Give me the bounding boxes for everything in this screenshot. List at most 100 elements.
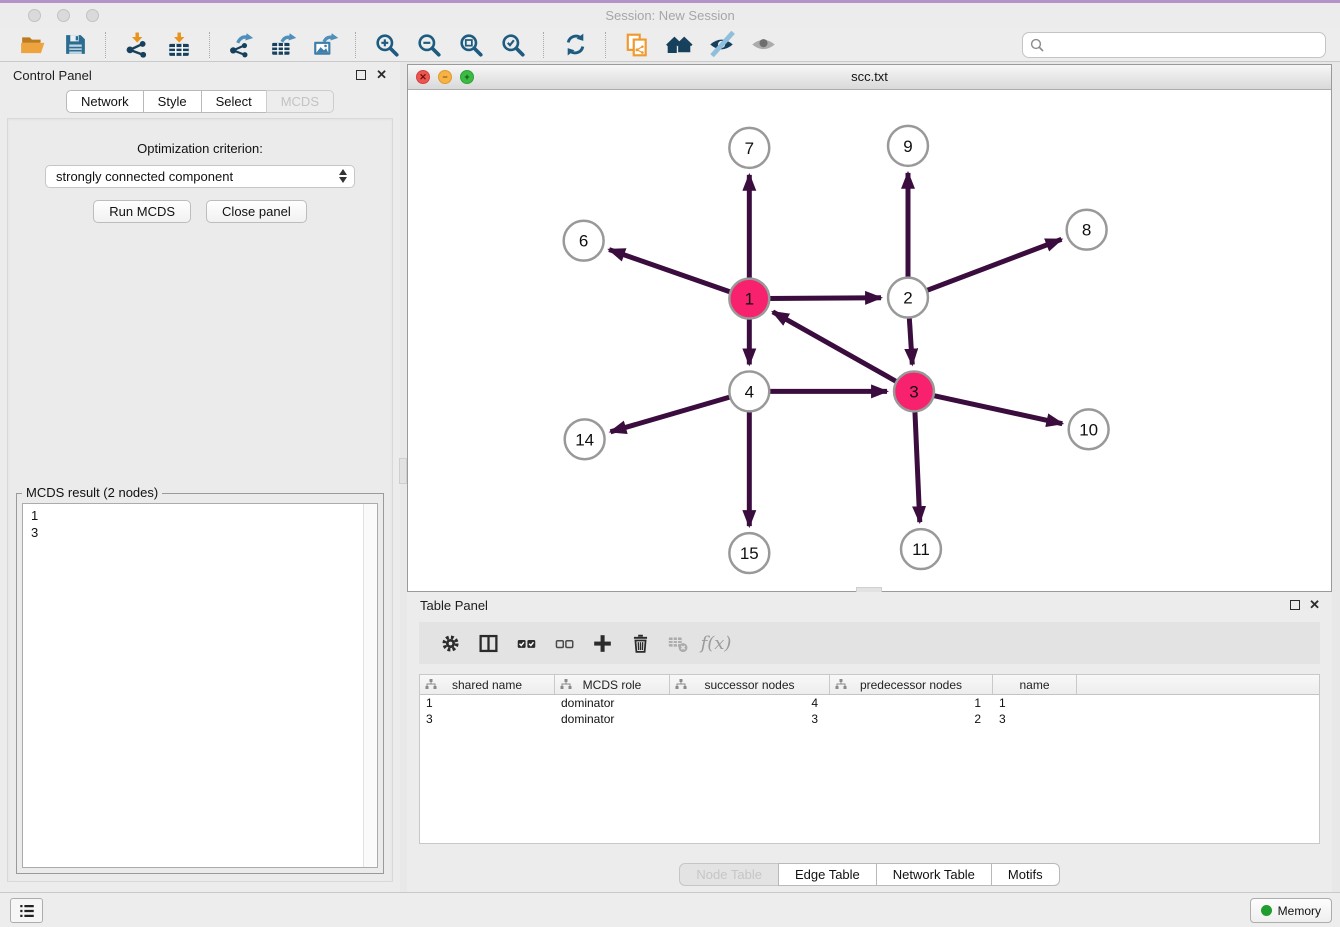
table-cell: 1 [420, 696, 555, 710]
delete-column-button[interactable] [621, 627, 659, 659]
open-session-button[interactable] [18, 31, 48, 59]
column-header-MCDS-role[interactable]: MCDS role [555, 675, 670, 694]
deselect-all-button[interactable] [545, 627, 583, 659]
memory-label: Memory [1278, 904, 1321, 918]
network-graph: 7968124314101511 [408, 90, 1331, 591]
table-settings-button[interactable] [431, 627, 469, 659]
search-input[interactable] [1049, 36, 1318, 53]
homes-icon [666, 31, 693, 58]
mcds-result-title: MCDS result (2 nodes) [22, 485, 162, 500]
add-column-button[interactable] [583, 627, 621, 659]
search-box[interactable] [1022, 32, 1326, 58]
shared-column-icon [425, 679, 437, 693]
import-network-icon [124, 32, 150, 58]
copy-pages-icon [624, 32, 650, 58]
network-canvas[interactable]: 7968124314101511 [408, 90, 1331, 591]
split-table-button[interactable] [469, 627, 507, 659]
zoom-out-button[interactable] [414, 31, 444, 59]
tab-edge-table[interactable]: Edge Table [778, 863, 877, 886]
column-header-successor-nodes[interactable]: successor nodes [670, 675, 830, 694]
zoom-selected-icon [500, 32, 526, 58]
delete-table-button[interactable] [659, 627, 697, 659]
column-header-name[interactable]: name [993, 675, 1077, 694]
refresh-button[interactable] [560, 31, 590, 59]
shared-column-icon [560, 679, 572, 693]
column-header-shared-name[interactable]: shared name [420, 675, 555, 694]
mcds-result-list: 13 [23, 504, 377, 544]
graph-edge-4-14[interactable] [610, 396, 733, 432]
network-window-titlebar[interactable]: ✕ − + scc.txt [408, 65, 1331, 90]
export-network-button[interactable] [226, 31, 256, 59]
open-folder-icon [20, 32, 46, 58]
zoom-fit-button[interactable] [456, 31, 486, 59]
table-row[interactable]: 3dominator323 [420, 711, 1319, 727]
table-cell: 3 [670, 712, 830, 726]
result-scrollbar[interactable] [363, 504, 377, 867]
tab-network[interactable]: Network [66, 90, 144, 113]
graph-edge-2-8[interactable] [924, 239, 1062, 291]
column-header-label: predecessor nodes [860, 678, 962, 692]
show-all-button[interactable] [748, 31, 778, 59]
save-icon [63, 32, 88, 57]
app-titlebar: Session: New Session [0, 0, 1340, 29]
zoom-out-icon [416, 32, 442, 58]
function-builder-button[interactable]: f(x) [697, 627, 735, 659]
column-header-predecessor-nodes[interactable]: predecessor nodes [830, 675, 993, 694]
close-panel-button[interactable]: Close panel [206, 200, 307, 223]
vertical-splitter-handle[interactable] [399, 458, 407, 484]
tab-style[interactable]: Style [143, 90, 202, 113]
save-session-button[interactable] [60, 31, 90, 59]
graph-edge-1-6[interactable] [609, 250, 733, 293]
toolbar-separator [209, 32, 211, 58]
shared-column-icon [835, 679, 847, 693]
table-tabs: Node TableEdge TableNetwork TableMotifs [407, 863, 1332, 886]
tab-node-table[interactable]: Node Table [679, 863, 779, 886]
hide-selected-button[interactable] [706, 31, 736, 59]
eye-icon [750, 31, 777, 58]
import-network-button[interactable] [122, 31, 152, 59]
export-image-button[interactable] [310, 31, 340, 59]
delete-table-icon [667, 632, 689, 654]
app-title: Session: New Session [0, 3, 1340, 28]
graph-edge-2-3[interactable] [909, 315, 912, 365]
memory-status-icon [1261, 905, 1272, 916]
select-all-button[interactable] [507, 627, 545, 659]
close-panel-icon[interactable]: ✕ [376, 67, 387, 83]
graph-edge-3-10[interactable] [931, 395, 1063, 424]
close-table-panel-icon[interactable]: ✕ [1309, 597, 1320, 613]
table-cell: 3 [993, 712, 1077, 726]
tab-network-table[interactable]: Network Table [876, 863, 992, 886]
zoom-selected-button[interactable] [498, 31, 528, 59]
graph-edge-3-1[interactable] [773, 312, 899, 383]
run-mcds-button[interactable]: Run MCDS [93, 200, 191, 223]
unchecked-boxes-icon [554, 633, 575, 654]
tab-motifs[interactable]: Motifs [991, 863, 1060, 886]
tab-select[interactable]: Select [201, 90, 267, 113]
show-panels-button[interactable] [10, 898, 43, 923]
home-button[interactable] [664, 31, 694, 59]
result-line: 3 [31, 524, 369, 541]
criterion-selected-value: strongly connected component [56, 169, 233, 184]
gear-icon [440, 633, 461, 654]
table-cell: dominator [555, 696, 670, 710]
float-panel-icon[interactable] [356, 70, 366, 80]
graph-edge-3-11[interactable] [915, 408, 920, 522]
graph-edge-1-2[interactable] [766, 298, 881, 299]
graph-node-label: 15 [740, 544, 759, 563]
table-row[interactable]: 1dominator411 [420, 695, 1319, 711]
export-table-icon [270, 32, 296, 58]
import-table-button[interactable] [164, 31, 194, 59]
mcds-result-group: MCDS result (2 nodes) 13 [16, 493, 384, 874]
copy-view-button[interactable] [622, 31, 652, 59]
memory-button[interactable]: Memory [1250, 898, 1332, 923]
criterion-select[interactable]: strongly connected component [45, 165, 355, 188]
export-table-button[interactable] [268, 31, 298, 59]
graph-node-label: 8 [1082, 221, 1091, 240]
search-icon [1030, 38, 1044, 52]
export-network-icon [228, 32, 254, 58]
tab-mcds[interactable]: MCDS [266, 90, 334, 113]
zoom-in-button[interactable] [372, 31, 402, 59]
table-panel-title: Table Panel [420, 592, 488, 620]
float-table-panel-icon[interactable] [1290, 600, 1300, 610]
graph-node-label: 9 [903, 137, 912, 156]
